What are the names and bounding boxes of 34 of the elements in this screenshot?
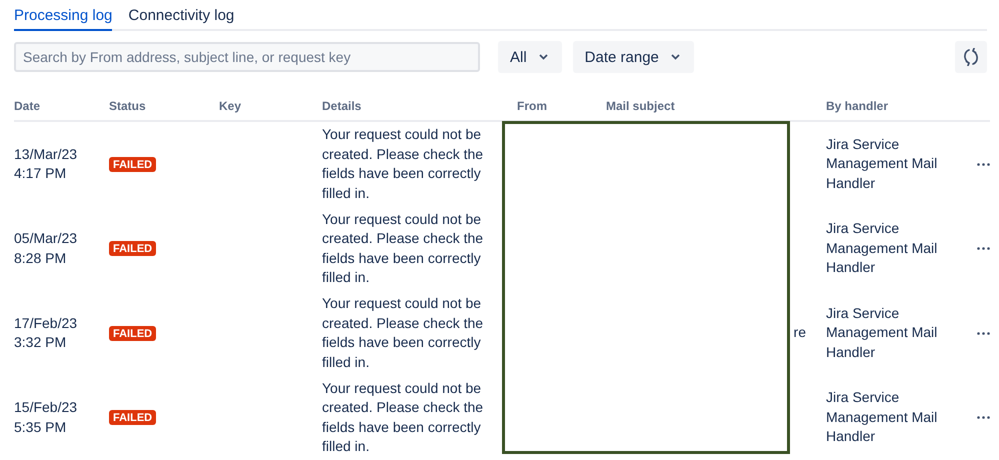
more-icon[interactable]	[977, 162, 990, 166]
column-header: Key	[219, 99, 322, 122]
column-header: Date	[14, 99, 109, 122]
details-cell-text: Your request could not be created. Please check the fields have been correctly filled in.	[322, 378, 484, 456]
search-field[interactable]: Search by From address, subject line, or request key	[14, 42, 480, 72]
handler-cell-text: Jira Service Management Mail Handler	[826, 134, 938, 193]
column-header: By handler	[826, 99, 960, 122]
details-cell-text: Your request could not be created. Please check the fields have been correctly filled in.	[322, 210, 484, 287]
details-cell-text: Your request could not be created. Please check the fields have been correctly filled in.	[322, 125, 484, 202]
date-cell-text: 15/Feb/23 5:35 PM	[14, 398, 78, 436]
date-cell-text: 05/Mar/23 8:28 PM	[14, 229, 78, 268]
status-badge: FAILED	[109, 410, 156, 425]
filter-dropdown[interactable]: All	[498, 41, 562, 73]
more-icon[interactable]	[977, 332, 990, 334]
refresh-icon	[963, 48, 979, 66]
refresh-button[interactable]	[955, 41, 987, 73]
mail-subject-cell-text: re	[794, 323, 806, 342]
handler-cell-text: Jira Service Management Mail Handler	[826, 304, 938, 362]
chevron-down-icon	[670, 54, 680, 60]
status-badge: FAILED	[109, 326, 156, 340]
details-cell-text: Your request could not be created. Please check the fields have been correctly filled in.	[322, 294, 484, 372]
status-badge: FAILED	[109, 156, 156, 172]
chevron-down-icon	[538, 54, 548, 60]
more-icon[interactable]	[977, 247, 990, 250]
date-cell-text: 17/Feb/23 3:32 PM	[14, 314, 78, 352]
filter-dropdown[interactable]: Date range	[572, 41, 694, 73]
date-cell-text: 13/Mar/23 4:17 PM	[14, 144, 78, 183]
status-badge: FAILED	[109, 241, 156, 256]
tab[interactable]: Processing log	[14, 7, 112, 31]
tab[interactable]: Connectivity log	[128, 7, 234, 31]
handler-cell-text: Jira Service Management Mail Handler	[826, 219, 938, 278]
more-icon[interactable]	[977, 416, 990, 419]
handler-cell-text: Jira Service Management Mail Handler	[826, 388, 938, 446]
column-header: Status	[109, 99, 219, 122]
